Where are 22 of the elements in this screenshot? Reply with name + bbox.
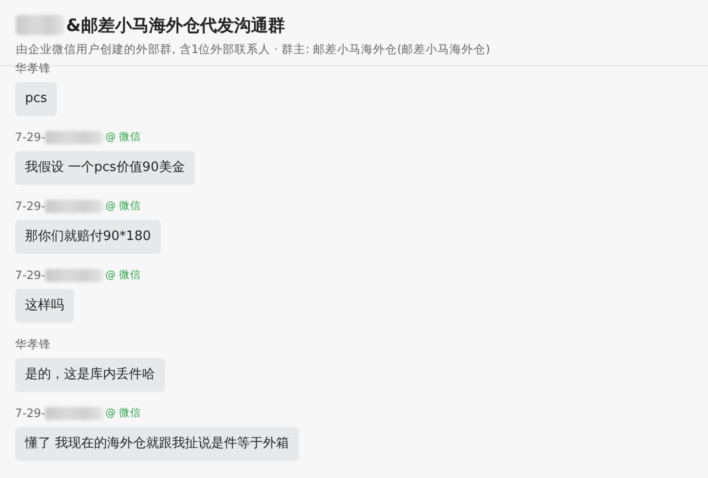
source-label: @ 微信 <box>105 268 142 282</box>
sender-name: 7-29- <box>15 199 46 213</box>
sender-name: 7-29- <box>15 268 46 282</box>
redacted-name <box>45 200 104 212</box>
redacted-name <box>45 268 104 282</box>
source-label: @ 微信 <box>105 406 142 420</box>
message-bubble: 那你们就赔付90*180 <box>15 220 161 254</box>
message-bubble: 懂了 我现在的海外仓就跟我扯说是件等于外箱 <box>15 427 300 461</box>
source-label: @ 微信 <box>105 130 142 144</box>
redacted-name <box>45 130 104 144</box>
sender-name: 华孝锋 <box>15 60 51 76</box>
sender-name: 7-29- <box>15 406 46 420</box>
sender-name: 华孝锋 <box>15 336 51 352</box>
message-bubble: pcs <box>15 82 58 116</box>
source-label: @ 微信 <box>105 199 142 213</box>
message-bubble: 我假设 一个pcs价值90美金 <box>15 151 195 185</box>
group-description: 由企业微信用户创建的外部群, 含1位外部联系人 · 群主: 邮差小马海外仓(邮差小马海外仓) <box>16 42 492 57</box>
group-title: &邮差小马海外仓代发沟通群 <box>66 14 285 36</box>
message-bubble: 是的，这是库内丢件哈 <box>15 358 165 392</box>
message-bubble: 这样吗 <box>15 289 74 323</box>
redacted-name <box>45 406 104 420</box>
sender-name: 7-29- <box>15 130 46 144</box>
